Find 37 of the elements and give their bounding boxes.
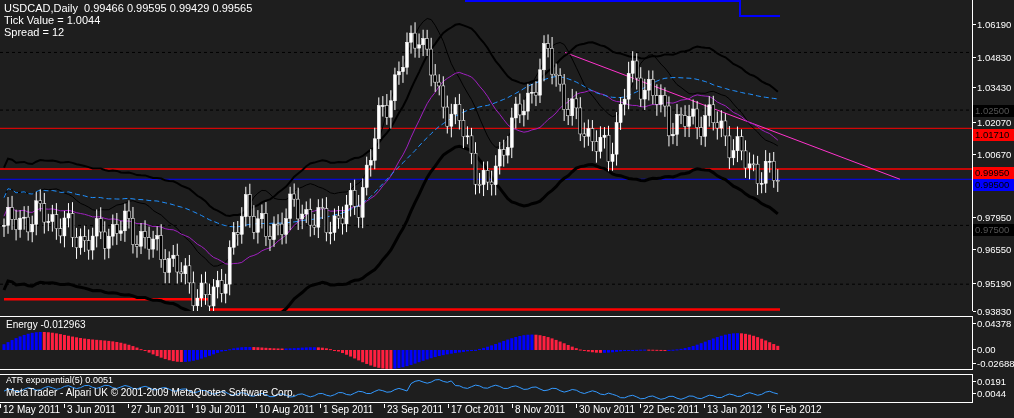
date-label: 3 Jun 2011 [67,404,116,417]
price-line-label: 0.99950 [973,167,1014,179]
spread-text: Spread = 12 [4,26,66,38]
date-label: 8 Nov 2011 [515,404,566,417]
date-label: 27 Jun 2011 [131,404,186,417]
date-label: 22 Dec 2011 [643,404,699,417]
axis-label: 0.93830 [977,306,1012,317]
price-line-label: 0.97500 [973,224,1014,236]
date-label: 1 Sep 2011 [323,404,374,417]
atr-label: ATR exponential(5) 0.0051 [6,375,113,386]
symbol-quote-text: USDCAD,Daily 0.99466 0.99595 0.99429 0.99565 [4,2,253,14]
axis-label: 1.06190 [977,19,1012,30]
tick-value-text: Tick Value = 1.0044 [4,14,102,26]
price-line-label: 1.01710 [973,129,1014,141]
date-label: 13 Jan 2012 [707,404,763,417]
date-label: 23 Sep 2011 [387,404,443,417]
date-label: 6 Feb 2012 [771,404,822,417]
date-label: 12 May 2011 [3,404,61,417]
axis-label: 0.0191 [977,376,1007,388]
energy-label: Energy -0.012963 [6,319,86,330]
axis-label: 1.04830 [977,52,1012,63]
axis-label: 0.96550 [977,244,1012,255]
axis-label: 0.0044 [977,388,1007,400]
date-label: 17 Oct 2011 [451,404,505,417]
axis-label: -0.02688 [977,358,1014,369]
price-line-label: 1.02500 [973,105,1014,117]
price-line-label: 0.99500 [973,179,1014,191]
axis-label: 1.03430 [977,82,1012,93]
axis-label: 1.02070 [977,117,1012,128]
date-label: 19 Jul 2011 [195,404,246,417]
axis-label: 0.00 [977,344,996,355]
axis-label: 0.04378 [977,318,1012,329]
axis-label: 0.95190 [977,278,1012,289]
date-label: 30 Nov 2011 [579,404,635,417]
date-label: 10 Aug 2011 [259,404,315,417]
axis-label: 1.00670 [977,149,1012,160]
axis-label: 0.97950 [977,212,1012,223]
